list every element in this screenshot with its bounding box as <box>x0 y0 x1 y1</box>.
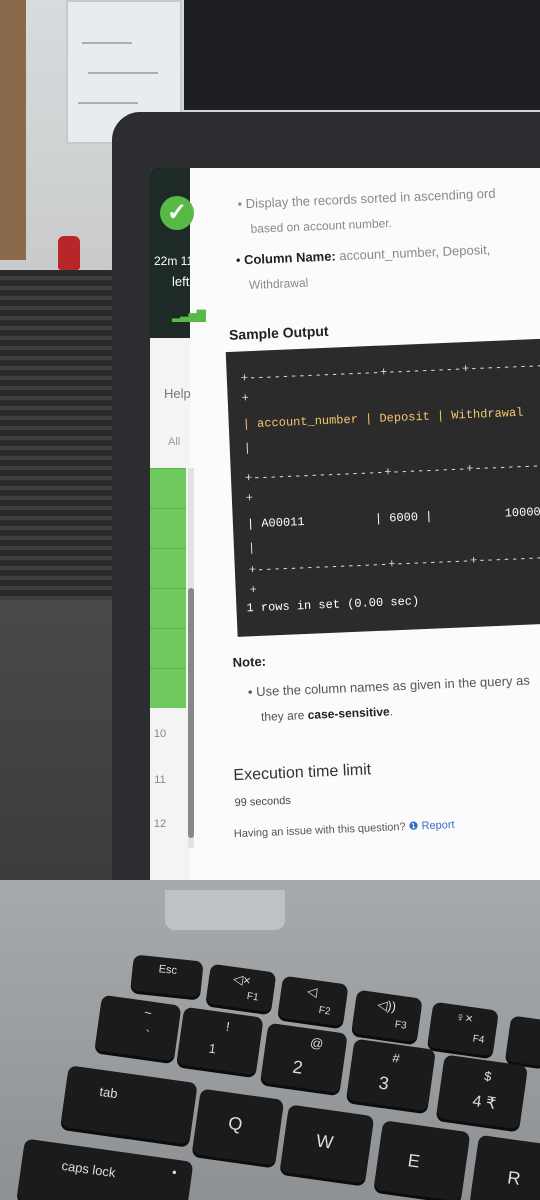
question-cell[interactable] <box>150 548 186 589</box>
sample-output-heading: Sample Output <box>228 322 329 343</box>
table-cell: | 6000 | <box>374 509 433 526</box>
trackpad-notch <box>165 890 285 930</box>
table-border: + <box>241 391 251 406</box>
photo-scene: ✓ 22m 11s left ▂▃▅▇ Help All 10 11 12 • … <box>0 0 540 1200</box>
bullet-column-names: • Column Name: account_number, Deposit, <box>235 241 491 268</box>
question-cell[interactable] <box>150 508 186 549</box>
rows-in-set: 1 rows in set (0.00 sec) <box>246 594 420 616</box>
question-cell[interactable] <box>150 628 186 669</box>
two-key[interactable]: @2 <box>260 1022 348 1094</box>
table-border: +----------------+---------+---------- <box>244 458 540 486</box>
question-number[interactable]: 10 <box>150 728 170 740</box>
bullet-sort-instruction-cont: based on account number. <box>250 216 393 236</box>
answered-questions <box>150 468 186 708</box>
filter-all[interactable]: All <box>168 436 180 448</box>
four-key[interactable]: $4 ₹ <box>435 1054 529 1130</box>
time-left-label: left <box>172 274 190 289</box>
f4-key[interactable]: ♀× F4 <box>427 1001 499 1057</box>
one-key[interactable]: ! 1 <box>176 1006 264 1076</box>
question-cell[interactable] <box>150 468 186 509</box>
r-key[interactable]: R <box>469 1134 540 1200</box>
scrollbar-thumb[interactable] <box>188 588 194 838</box>
table-header: | account_number | Deposit | Withdrawal <box>242 405 524 432</box>
door <box>0 0 26 260</box>
question-cell[interactable] <box>150 668 186 709</box>
issue-text: Having an issue with this question? ❶ Re… <box>233 818 455 841</box>
note-bullet-cont: they are case-sensitive. <box>260 704 394 724</box>
table-border: + <box>245 491 255 506</box>
bullet-sort-instruction: • Display the records sorted in ascendin… <box>237 185 496 212</box>
table-border: | <box>247 540 257 556</box>
question-content: • Display the records sorted in ascendin… <box>200 168 540 897</box>
volume-up-icon: ◁)) <box>376 996 398 1015</box>
table-border: + <box>249 582 259 598</box>
execution-time-heading: Execution time limit <box>233 761 372 785</box>
f5-key[interactable] <box>504 1015 540 1067</box>
note-heading: Note: <box>232 653 267 671</box>
signal-icon: ▂▃▅▇ <box>172 308 206 322</box>
caps-indicator-icon: ● <box>171 1167 178 1177</box>
question-number[interactable]: 11 <box>150 774 170 786</box>
laptop-screen: ✓ 22m 11s left ▂▃▅▇ Help All 10 11 12 • … <box>150 168 540 898</box>
bullet-column-names-cont: Withdrawal <box>248 275 309 293</box>
table-border: +----------------+---------+---------- <box>240 358 540 386</box>
table-border: | <box>243 441 253 456</box>
question-cell[interactable] <box>150 588 186 629</box>
f2-key[interactable]: ◁ F2 <box>277 975 349 1027</box>
help-link[interactable]: Help <box>164 386 191 401</box>
note-bullet: • Use the column names as given in the q… <box>247 672 531 700</box>
table-cell: | A00011 <box>246 514 305 532</box>
sample-output-terminal: +----------------+---------+---------- +… <box>225 336 540 637</box>
backtick-key[interactable]: ~ ` <box>94 994 182 1062</box>
question-number[interactable]: 12 <box>150 818 170 830</box>
e-key[interactable]: E <box>373 1120 471 1200</box>
time-remaining: 22m 11s <box>154 254 200 268</box>
report-link[interactable]: ❶ Report <box>408 819 454 833</box>
info-icon: ❶ <box>408 820 419 833</box>
check-icon: ✓ <box>160 196 194 230</box>
execution-time-value: 99 seconds <box>234 794 292 810</box>
fire-extinguisher <box>58 236 80 270</box>
mic-off-icon: ♀× <box>454 1008 474 1027</box>
q-key[interactable]: Q <box>191 1088 285 1166</box>
three-key[interactable]: #3 <box>346 1038 436 1112</box>
w-key[interactable]: W <box>279 1104 375 1184</box>
volume-down-icon: ◁ <box>306 983 319 1000</box>
mute-icon: ◁× <box>232 970 252 989</box>
wall-monitor <box>184 0 540 110</box>
esc-key[interactable]: Esc <box>130 954 204 998</box>
f3-key[interactable]: ◁)) F3 <box>351 989 423 1043</box>
table-border: +----------------+---------+---------- <box>248 550 540 578</box>
table-cell: 10000 <box>504 505 540 521</box>
